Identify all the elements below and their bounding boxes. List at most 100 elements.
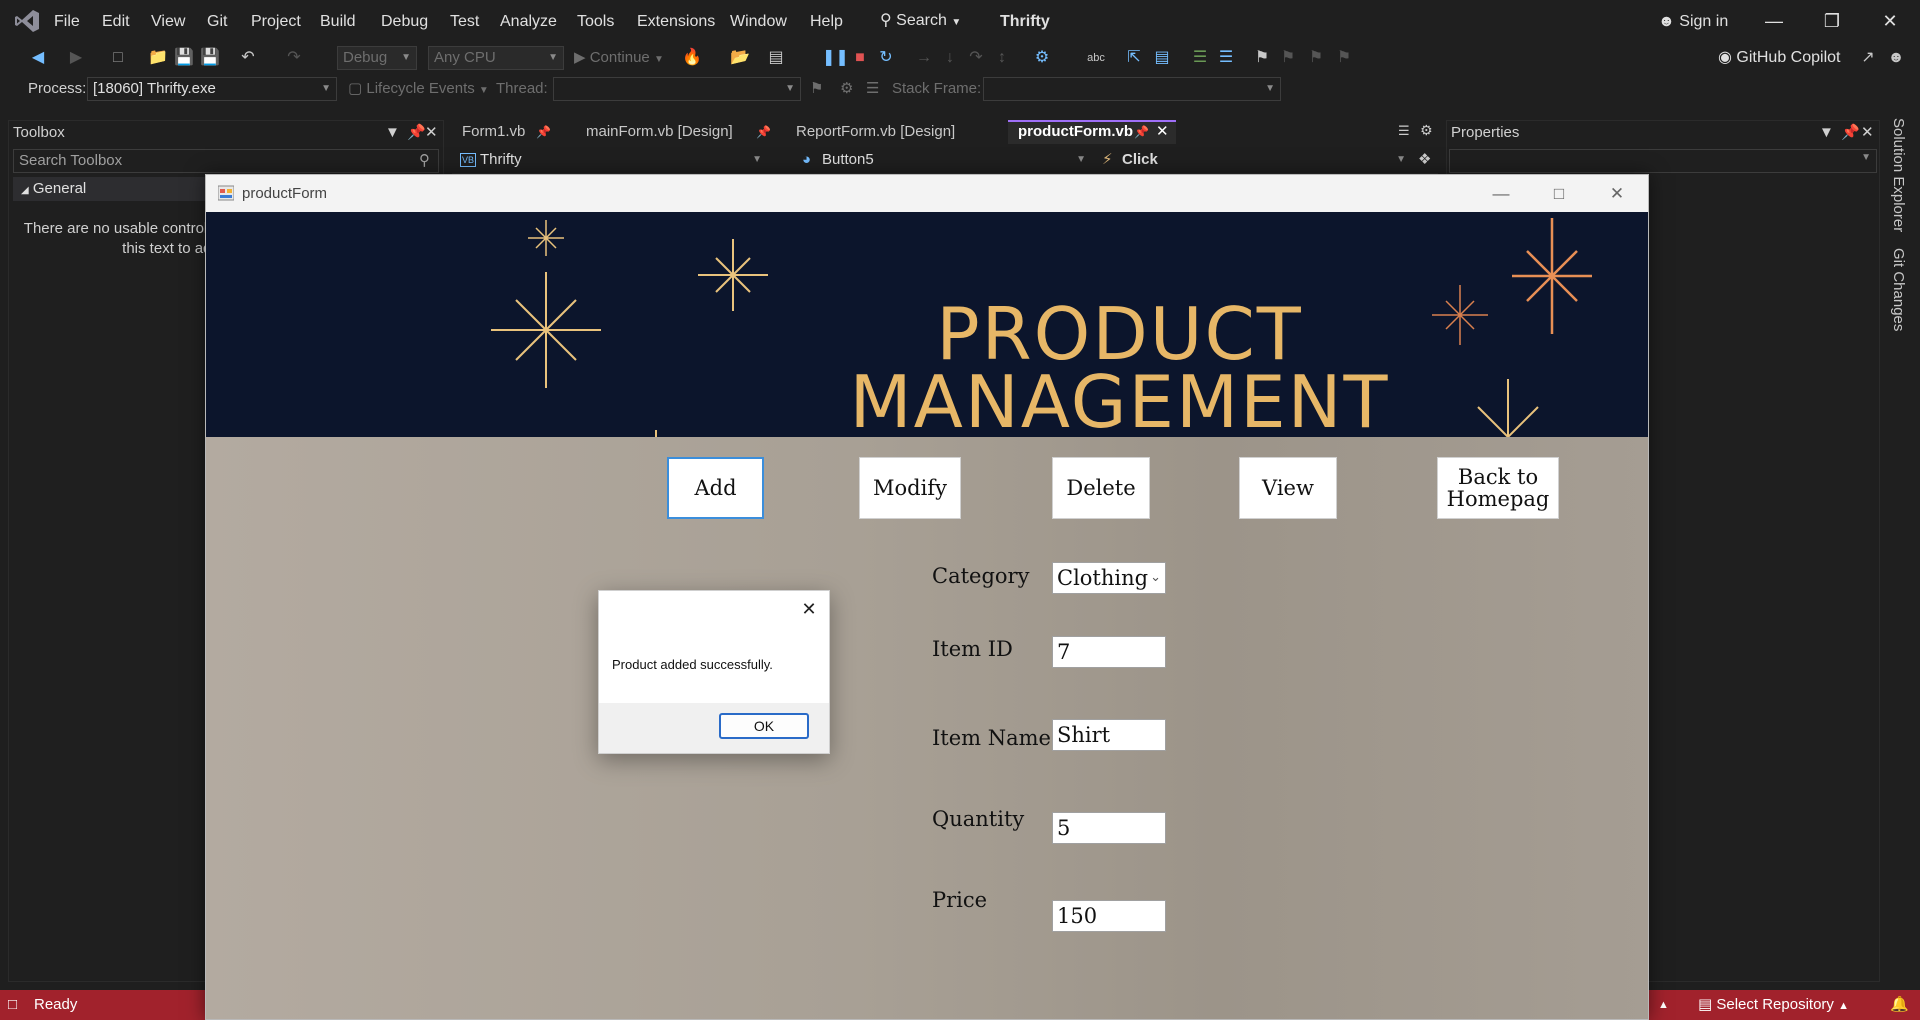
search-button[interactable]: ⚲ Search ▼ [880,9,961,33]
thread-select[interactable]: ▼ [553,77,801,101]
chevron-up-icon[interactable]: ▲ [1658,990,1669,1020]
clear-bookmarks-icon[interactable]: ⚑ [1334,48,1354,68]
menu-tools[interactable]: Tools [577,11,614,33]
quantity-input[interactable]: 5 [1052,812,1166,844]
open-file-icon[interactable]: 📁 [148,48,168,68]
hot-reload-icon[interactable]: 🔥 [682,48,702,68]
stop-icon[interactable]: ■ [850,48,870,68]
hot-reload-ui-icon[interactable]: ▤ [1152,48,1172,68]
bookmark-icon[interactable]: ⚑ [1252,48,1272,68]
dropdown-icon[interactable]: ▼ [1819,121,1834,145]
next-bookmark-icon[interactable]: ⚑ [1306,48,1326,68]
menu-debug[interactable]: Debug [381,11,428,33]
sign-in-button[interactable]: ☻ Sign in [1658,11,1728,33]
menu-file[interactable]: File [54,11,80,33]
menu-analyze[interactable]: Analyze [500,11,557,33]
step-over-icon[interactable]: ↓ [940,48,960,68]
save-icon[interactable]: 💾 [174,48,194,68]
menu-build[interactable]: Build [320,11,356,33]
close-icon[interactable]: ✕ [425,121,438,145]
tab-list-icon[interactable]: ☰ [1398,123,1410,139]
notifications-icon[interactable]: 🔔 [1890,990,1909,1020]
restart-icon[interactable]: ↻ [876,48,896,68]
side-tab-git-changes[interactable]: Git Changes [1886,248,1910,338]
pin-icon[interactable]: 📌 [1841,121,1860,145]
close-button[interactable]: ✕ [1870,8,1910,34]
form-maximize-button[interactable]: □ [1536,179,1582,209]
save-all-icon[interactable]: 💾 [200,48,220,68]
menu-view[interactable]: View [151,11,185,33]
ok-button[interactable]: OK [719,713,809,739]
menu-project[interactable]: Project [251,11,301,33]
price-input[interactable]: 150 [1052,900,1166,932]
menu-help[interactable]: Help [810,11,843,33]
form-minimize-button[interactable]: — [1478,179,1524,209]
toolbox-search-input[interactable]: Search Toolbox ⚲ [13,149,439,173]
menu-test[interactable]: Test [450,11,479,33]
project-dropdown[interactable]: VB Thrifty ▼ [458,148,768,172]
uncomment-icon[interactable]: ☰ [1216,48,1236,68]
select-element-icon[interactable]: ⇱ [1124,48,1144,68]
tab-mainform-design[interactable]: mainForm.vb [Design] 📌 [576,120,780,144]
restore-button[interactable]: ❐ [1812,8,1852,34]
platform-select[interactable]: Any CPU ▼ [428,46,564,70]
menu-git[interactable]: Git [207,11,227,33]
dialog-close-button[interactable]: ✕ [793,597,825,621]
tab-reportform-design[interactable]: ReportForm.vb [Design] [786,120,1004,144]
minimize-button[interactable]: — [1754,8,1794,34]
lifecycle-events-label[interactable]: ▢ Lifecycle Events ▼ [348,80,489,100]
settings-icon[interactable]: ⚙ [1420,122,1433,139]
feedback-icon[interactable]: ☻ [1886,48,1906,68]
menu-edit[interactable]: Edit [102,11,130,33]
object-dropdown[interactable]: ◕ Button5 ▼ [800,148,1092,172]
navigate-back-icon[interactable]: ◀ [28,48,48,68]
delete-button[interactable]: Delete [1052,457,1150,519]
properties-object-select[interactable]: ▼ [1449,149,1877,173]
prev-bookmark-icon[interactable]: ⚑ [1278,48,1298,68]
menu-extensions[interactable]: Extensions [637,11,715,33]
select-repository-button[interactable]: ▤ Select Repository ▲ [1698,990,1849,1020]
event-dropdown[interactable]: ⚡ Click ▼ [1100,148,1412,172]
tab-form1-vb[interactable]: Form1.vb 📌 [452,120,558,144]
menu-window[interactable]: Window [730,11,787,33]
redo-icon[interactable]: ↷ [284,48,304,68]
layout-icon[interactable]: ▤ [766,48,786,68]
category-select[interactable]: Clothing ⌄ [1052,562,1166,594]
step-back-icon[interactable]: ↕ [992,48,1012,68]
stack-frame-select[interactable]: ▼ [983,77,1281,101]
side-tab-solution-explorer[interactable]: Solution Explorer [1886,118,1910,238]
close-icon[interactable]: ✕ [1156,122,1169,142]
view-button[interactable]: View [1239,457,1337,519]
close-icon[interactable]: ✕ [1861,121,1874,145]
add-button[interactable]: Add [667,457,764,519]
spell-check-icon[interactable]: abc [1086,48,1106,68]
split-icon[interactable]: ❖ [1418,150,1431,168]
form-close-button[interactable]: ✕ [1594,179,1640,209]
continue-button[interactable]: ▶ Continue ▼ [574,46,664,70]
comment-icon[interactable]: ☰ [1190,48,1210,68]
step-out-icon[interactable]: ↷ [966,48,986,68]
new-project-icon[interactable]: □ [108,48,128,68]
process-select[interactable]: [18060] Thrifty.exe ▼ [87,77,337,101]
dropdown-icon[interactable]: ▼ [385,121,400,145]
github-copilot-button[interactable]: ◉ GitHub Copilot [1718,46,1840,70]
pin-icon[interactable]: 📌 [407,121,426,145]
step-into-icon[interactable]: → [914,48,934,68]
tab-productform-vb[interactable]: productForm.vb 📌 ✕ [1008,120,1176,144]
pin-icon[interactable]: 📌 [1134,122,1149,142]
item-name-input[interactable]: Shirt [1052,719,1166,751]
pin-icon[interactable]: 📌 [756,120,771,144]
navigate-forward-icon[interactable]: ▶ [66,48,86,68]
back-to-homepage-button[interactable]: Back to Homepag [1437,457,1559,519]
diagnostics-icon[interactable]: ⚙ [1032,48,1052,68]
open-folder-icon[interactable]: 📂 [730,48,750,68]
configuration-select[interactable]: Debug ▼ [337,46,417,70]
modify-button[interactable]: Modify [859,457,961,519]
search-icon[interactable]: ⚲ [419,150,430,172]
undo-icon[interactable]: ↶ [238,48,258,68]
pause-icon[interactable]: ❚❚ [822,48,849,68]
pin-icon[interactable]: 📌 [536,120,551,144]
share-icon[interactable]: ↗ [1858,48,1878,68]
item-id-input[interactable]: 7 [1052,636,1166,668]
show-threads-icon[interactable]: ⚙ [840,80,853,98]
